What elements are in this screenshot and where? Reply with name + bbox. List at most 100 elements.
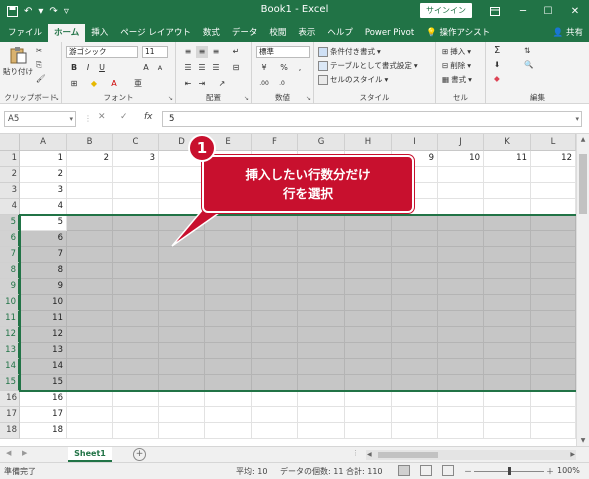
signin-button[interactable]: サインイン — [420, 3, 472, 18]
expand-formula-chevron-down-icon[interactable]: ▾ — [575, 112, 579, 126]
font-name-combo[interactable]: 游ゴシック — [66, 46, 138, 58]
cell-i12[interactable] — [392, 327, 438, 343]
cell-c7[interactable] — [113, 247, 159, 263]
zoom-in-icon[interactable]: ＋ — [546, 466, 554, 477]
cell-k2[interactable] — [484, 167, 531, 183]
cell-j4[interactable] — [438, 199, 484, 215]
horizontal-scroll-thumb[interactable] — [378, 452, 438, 458]
cell-h17[interactable] — [345, 407, 392, 423]
fill-color-icon[interactable]: ◆ — [88, 78, 100, 90]
cell-d7[interactable] — [159, 247, 205, 263]
cell-j7[interactable] — [438, 247, 484, 263]
cell-d16[interactable] — [159, 391, 205, 407]
cell-d8[interactable] — [159, 263, 205, 279]
cell-d17[interactable] — [159, 407, 205, 423]
cell-j15[interactable] — [438, 375, 484, 391]
cell-f18[interactable] — [252, 423, 298, 439]
add-sheet-button[interactable]: + — [133, 448, 146, 461]
row-header-17[interactable]: 17 — [0, 407, 20, 423]
cell-c15[interactable] — [113, 375, 159, 391]
find-select-icon[interactable]: 🔍 — [524, 60, 533, 69]
cell-f7[interactable] — [252, 247, 298, 263]
cell-d12[interactable] — [159, 327, 205, 343]
cell-k7[interactable] — [484, 247, 531, 263]
scroll-down-icon[interactable]: ▼ — [577, 437, 589, 444]
cell-d3[interactable] — [159, 183, 205, 199]
cell-a5[interactable]: 5 — [20, 215, 67, 231]
cell-i6[interactable] — [392, 231, 438, 247]
cell-c2[interactable] — [113, 167, 159, 183]
cell-i5[interactable] — [392, 215, 438, 231]
cell-a18[interactable]: 18 — [20, 423, 67, 439]
scroll-right-icon[interactable]: ▶ — [570, 451, 575, 458]
cell-b12[interactable] — [67, 327, 113, 343]
cell-g10[interactable] — [298, 295, 345, 311]
cell-f17[interactable] — [252, 407, 298, 423]
cell-l12[interactable] — [531, 327, 576, 343]
cell-i17[interactable] — [392, 407, 438, 423]
cell-h15[interactable] — [345, 375, 392, 391]
row-header-13[interactable]: 13 — [0, 343, 20, 359]
cell-j8[interactable] — [438, 263, 484, 279]
cell-l9[interactable] — [531, 279, 576, 295]
cell-g16[interactable] — [298, 391, 345, 407]
clipboard-launcher-icon[interactable]: ↘ — [54, 95, 59, 102]
cell-c10[interactable] — [113, 295, 159, 311]
minimize-icon[interactable]: ─ — [510, 0, 536, 22]
cell-g15[interactable] — [298, 375, 345, 391]
row-header-15[interactable]: 15 — [0, 375, 20, 391]
cell-e9[interactable] — [205, 279, 252, 295]
cell-k15[interactable] — [484, 375, 531, 391]
format-painter-icon[interactable]: 🖌 — [36, 74, 46, 83]
close-icon[interactable]: ✕ — [562, 0, 588, 22]
row-header-14[interactable]: 14 — [0, 359, 20, 375]
tab-formulas[interactable]: 数式 — [197, 24, 226, 42]
cell-d18[interactable] — [159, 423, 205, 439]
cell-l5[interactable] — [531, 215, 576, 231]
cell-b10[interactable] — [67, 295, 113, 311]
cell-j17[interactable] — [438, 407, 484, 423]
cell-l2[interactable] — [531, 167, 576, 183]
qat-more-icon[interactable]: ▿ — [61, 0, 72, 22]
cell-styles-button[interactable]: セルのスタイル ▾ — [318, 74, 388, 85]
cell-b9[interactable] — [67, 279, 113, 295]
cell-a6[interactable]: 6 — [20, 231, 67, 247]
cell-j13[interactable] — [438, 343, 484, 359]
cell-a4[interactable]: 4 — [20, 199, 67, 215]
cell-k6[interactable] — [484, 231, 531, 247]
cell-b16[interactable] — [67, 391, 113, 407]
cell-f11[interactable] — [252, 311, 298, 327]
align-bottom-icon[interactable]: ≡ — [210, 46, 222, 58]
column-header-l[interactable]: L — [531, 134, 576, 151]
cell-e6[interactable] — [205, 231, 252, 247]
cell-f16[interactable] — [252, 391, 298, 407]
align-center-icon[interactable]: ☰ — [196, 62, 208, 74]
cell-k4[interactable] — [484, 199, 531, 215]
cell-c16[interactable] — [113, 391, 159, 407]
cell-b4[interactable] — [67, 199, 113, 215]
cell-e13[interactable] — [205, 343, 252, 359]
cell-j9[interactable] — [438, 279, 484, 295]
page-layout-view-icon[interactable] — [420, 465, 432, 476]
sheet-tab-sheet1[interactable]: Sheet1 — [68, 447, 112, 462]
cell-g5[interactable] — [298, 215, 345, 231]
border-icon[interactable]: ⊞ — [68, 78, 80, 90]
insert-function-icon[interactable]: fx — [144, 112, 153, 122]
tab-view[interactable]: 表示 — [292, 24, 321, 42]
paste-button[interactable]: 貼り付け — [3, 46, 33, 77]
cell-b17[interactable] — [67, 407, 113, 423]
cell-c13[interactable] — [113, 343, 159, 359]
cell-j16[interactable] — [438, 391, 484, 407]
cell-a2[interactable]: 2 — [20, 167, 67, 183]
row-header-7[interactable]: 7 — [0, 247, 20, 263]
row-header-3[interactable]: 3 — [0, 183, 20, 199]
underline-button[interactable]: U — [96, 62, 108, 74]
cell-h11[interactable] — [345, 311, 392, 327]
cell-h9[interactable] — [345, 279, 392, 295]
shrink-font-button[interactable]: A — [154, 62, 166, 74]
cell-e18[interactable] — [205, 423, 252, 439]
tab-home[interactable]: ホーム — [48, 24, 86, 42]
row-header-5[interactable]: 5 — [0, 215, 20, 231]
tab-page-layout[interactable]: ページ レイアウト — [114, 24, 197, 42]
align-middle-icon[interactable]: ≡ — [196, 46, 208, 58]
